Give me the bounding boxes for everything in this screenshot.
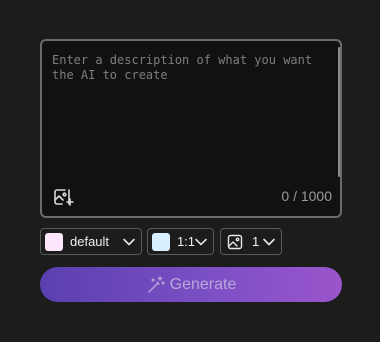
chevron-down-icon: [263, 238, 275, 245]
magic-wand-icon: [146, 275, 166, 295]
prompt-scrollbar[interactable]: [338, 47, 340, 177]
style-label: default: [70, 234, 110, 249]
style-color-swatch: [45, 232, 63, 251]
prompt-input[interactable]: [52, 53, 322, 173]
style-select[interactable]: default: [40, 228, 142, 255]
generate-label: Generate: [169, 275, 237, 293]
generate-button[interactable]: Generate: [40, 267, 342, 302]
image-count-select[interactable]: 1: [220, 228, 282, 255]
chevron-down-icon: [123, 238, 135, 245]
image-count-label: 1: [252, 234, 260, 249]
prompt-box: 0 / 1000: [40, 39, 342, 218]
image-add-icon[interactable]: [52, 187, 74, 209]
ratio-select[interactable]: 1:1: [147, 228, 214, 255]
image-icon: [227, 234, 243, 250]
ratio-color-swatch: [152, 232, 170, 251]
char-count: 0 / 1000: [281, 188, 332, 204]
ratio-label: 1:1: [176, 234, 196, 249]
chevron-down-icon: [195, 238, 207, 245]
